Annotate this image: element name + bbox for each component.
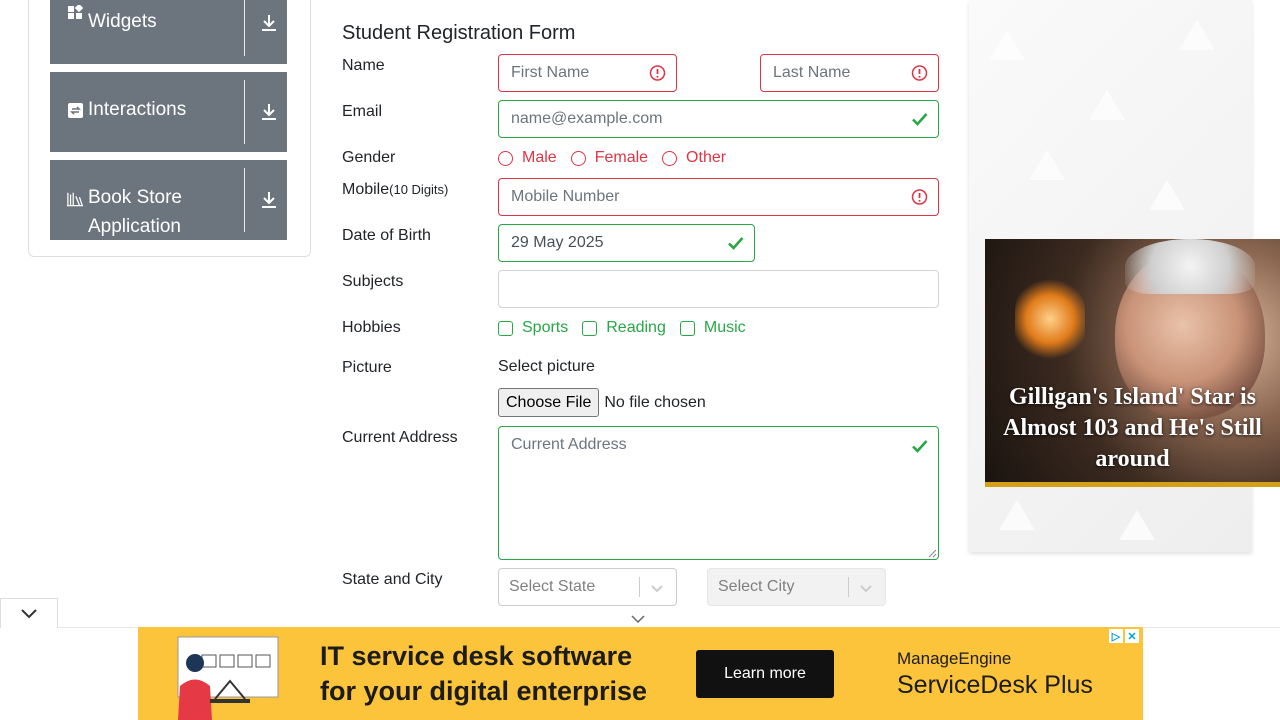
sidebar-group-book-store[interactable]: Book Store Application: [50, 160, 287, 240]
address-label: Current Address: [342, 429, 458, 446]
ad-info-icon[interactable]: ▷: [1109, 629, 1123, 643]
error-icon: [911, 65, 928, 82]
video-ad-headline: Gilligan's Island' Star is Almost 103 an…: [1003, 384, 1262, 472]
radio-circle[interactable]: [498, 150, 513, 166]
fireplace-image: [1015, 279, 1085, 359]
subjects-input[interactable]: [498, 270, 939, 308]
last-name-input[interactable]: Last Name: [760, 54, 939, 92]
ad-choices[interactable]: ▷ ✕: [1109, 629, 1139, 643]
state-placeholder: Select State: [509, 578, 596, 595]
checkbox-label: Music: [703, 319, 746, 336]
email-placeholder: name@example.com: [511, 110, 663, 127]
mobile-hint: (10 Digits): [389, 182, 449, 197]
last-name-placeholder: Last Name: [773, 64, 851, 81]
error-icon: [649, 65, 666, 82]
city-select[interactable]: Select City: [707, 568, 886, 606]
sidebar-group-label-line2: Application: [88, 216, 181, 237]
bottom-banner-ad[interactable]: IT service desk software for your digita…: [138, 627, 1143, 720]
email-label: Email: [342, 103, 383, 120]
gender-label: Gender: [342, 149, 396, 166]
city-placeholder: Select City: [718, 578, 795, 595]
bookstore-icon: [67, 191, 83, 207]
chevron-down-icon: [859, 581, 873, 595]
support-agent-illustration: [177, 636, 279, 720]
sidebar-group-label: Widgets: [88, 11, 157, 32]
state-select[interactable]: Select State: [498, 568, 677, 606]
product-name: ServiceDesk Plus: [897, 671, 1093, 699]
dob-label: Date of Birth: [342, 227, 431, 244]
radio-circle[interactable]: [570, 150, 586, 166]
email-input[interactable]: name@example.com: [498, 100, 939, 138]
form-title: Student Registration Form: [342, 22, 576, 44]
hobbies-options: Sports Reading Music: [498, 319, 760, 337]
check-icon: [911, 111, 928, 128]
checkbox-box[interactable]: [582, 320, 598, 336]
gender-other-radio[interactable]: Other: [662, 149, 726, 167]
download-icon[interactable]: [258, 189, 280, 211]
radio-label: Male: [522, 149, 557, 166]
widgets-icon: [67, 4, 83, 20]
hobby-sports-checkbox[interactable]: Sports: [498, 319, 568, 337]
sidebar-group-widgets[interactable]: Widgets: [50, 0, 287, 64]
sidebar-group-label: Interactions: [88, 99, 187, 120]
checkbox-label: Reading: [606, 319, 666, 336]
mobile-label-text: Mobile: [342, 181, 390, 198]
sidebar-group-interactions[interactable]: Interactions: [50, 72, 287, 152]
mobile-input[interactable]: Mobile Number: [498, 178, 939, 216]
file-upload: Choose File No file chosen: [498, 388, 706, 417]
group-divider: [244, 168, 245, 232]
name-label: Name: [342, 57, 385, 74]
sidebar-group-label: Book Store: [88, 187, 182, 208]
gender-options: Male Female Other: [498, 149, 740, 167]
resize-handle-icon[interactable]: [928, 549, 937, 558]
ad-headline: IT service desk software for your digita…: [320, 639, 647, 709]
select-separator: [848, 577, 849, 597]
interactions-icon: [67, 102, 83, 118]
download-icon[interactable]: [258, 101, 280, 123]
ad-headline-line-2: for your digital enterprise: [320, 676, 648, 706]
select-separator: [639, 577, 640, 597]
dob-input[interactable]: 29 May 2025: [498, 224, 755, 262]
first-name-input[interactable]: First Name: [498, 54, 677, 92]
gender-male-radio[interactable]: Male: [498, 149, 557, 167]
ad-headline-line-1: IT service desk software: [320, 641, 633, 671]
state-city-label: State and City: [342, 571, 443, 588]
checkbox-box[interactable]: [679, 320, 695, 336]
chevron-down-icon: [650, 581, 664, 595]
learn-more-button[interactable]: Learn more: [696, 650, 834, 698]
select-picture-label: Select picture: [498, 358, 595, 375]
hobbies-label: Hobbies: [342, 319, 401, 336]
group-divider: [244, 80, 245, 144]
check-icon: [911, 438, 928, 455]
checkbox-box[interactable]: [498, 320, 513, 336]
mobile-placeholder: Mobile Number: [511, 188, 620, 205]
address-placeholder: Current Address: [511, 436, 627, 453]
subjects-label: Subjects: [342, 273, 404, 290]
gender-female-radio[interactable]: Female: [570, 149, 649, 167]
checkbox-label: Sports: [522, 319, 569, 336]
radio-circle[interactable]: [662, 150, 678, 166]
check-icon: [727, 235, 744, 252]
group-divider: [244, 0, 245, 56]
collapse-ad-button[interactable]: [0, 598, 58, 628]
mobile-label: Mobile(10 Digits): [342, 181, 448, 199]
hobby-reading-checkbox[interactable]: Reading: [582, 319, 666, 337]
error-icon: [911, 189, 928, 206]
picture-label: Picture: [342, 359, 392, 376]
choose-file-button[interactable]: Choose File: [498, 388, 600, 417]
radio-label: Other: [686, 149, 727, 166]
current-address-textarea[interactable]: Current Address: [498, 426, 939, 560]
ad-close-icon[interactable]: ✕: [1125, 629, 1139, 643]
download-icon[interactable]: [258, 12, 280, 34]
video-ad[interactable]: Gilligan's Island' Star is Almost 103 an…: [985, 239, 1280, 487]
chevron-down-icon[interactable]: [631, 614, 645, 624]
dob-value: 29 May 2025: [511, 234, 604, 251]
hobby-music-checkbox[interactable]: Music: [679, 319, 746, 337]
radio-label: Female: [594, 149, 649, 166]
first-name-placeholder: First Name: [511, 64, 590, 81]
brand-name: ManageEngine: [897, 649, 1012, 668]
chevron-down-icon: [21, 608, 37, 618]
person-hair-image: [1125, 239, 1255, 294]
file-status: No file chosen: [604, 393, 706, 411]
